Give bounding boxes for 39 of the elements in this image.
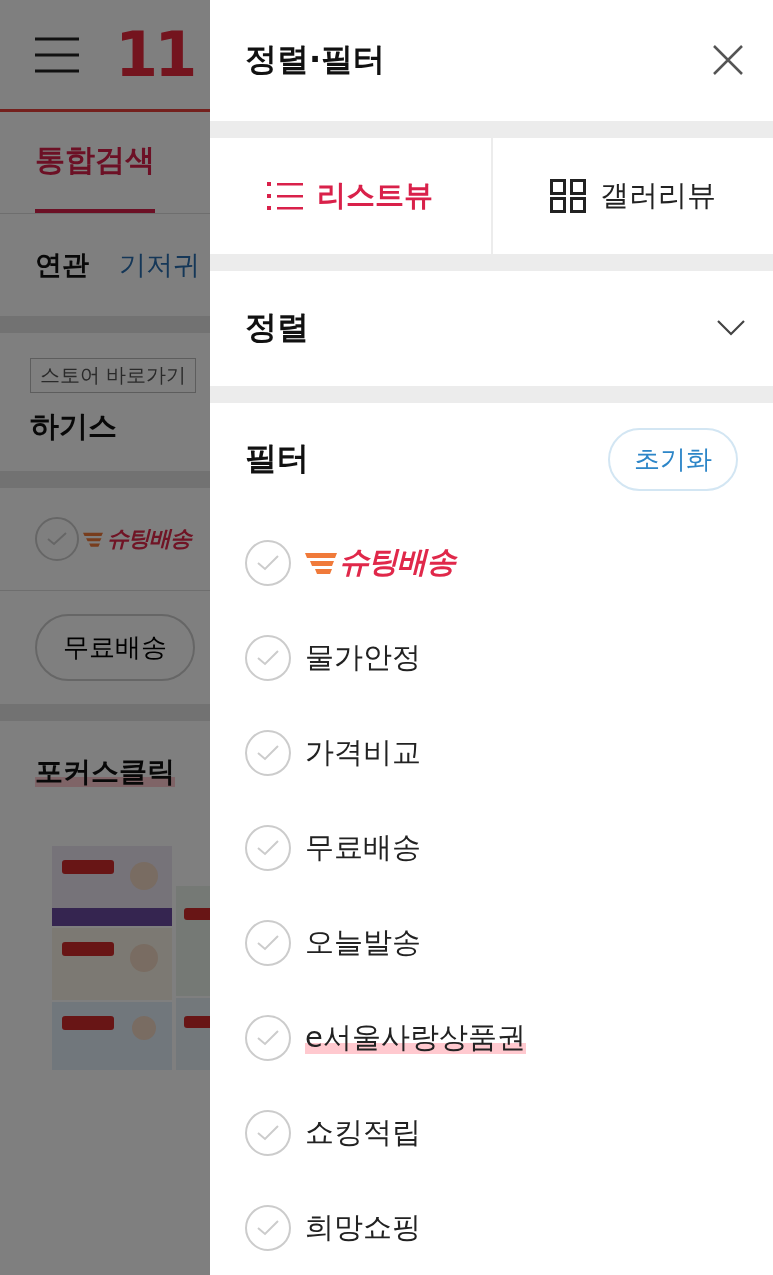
checkbox[interactable]	[245, 729, 291, 776]
panel-title: 정렬·필터	[245, 39, 386, 81]
sort-dropdown[interactable]: 정렬	[210, 271, 773, 386]
filter-title: 필터	[245, 438, 309, 479]
check-icon	[257, 744, 279, 761]
check-icon	[257, 839, 279, 856]
list-icon	[267, 180, 304, 211]
check-icon	[257, 649, 279, 666]
checkbox[interactable]	[245, 919, 291, 966]
check-icon	[257, 934, 279, 951]
shooting-delivery-logo: 슈팅배송	[107, 525, 191, 553]
grid-icon	[549, 178, 586, 213]
filter-option[interactable]: 물가안정	[305, 637, 421, 678]
close-icon[interactable]	[713, 45, 743, 76]
store-link[interactable]: 스토어 바로가기	[30, 357, 197, 393]
check-icon	[257, 1219, 279, 1236]
filter-option[interactable]: 가격비교	[305, 732, 421, 773]
related-label: 연관	[35, 248, 89, 282]
checkbox[interactable]	[245, 634, 291, 681]
checkbox[interactable]	[245, 824, 291, 871]
speed-lines-icon	[305, 550, 337, 575]
brand-name: 하기스	[30, 407, 118, 445]
filter-option[interactable]: 희망쇼핑	[305, 1207, 421, 1248]
chevron-down-icon	[717, 320, 745, 337]
checkbox[interactable]	[245, 1204, 291, 1251]
speed-lines-icon	[83, 531, 103, 547]
check-icon	[257, 554, 279, 571]
checkbox[interactable]	[245, 1014, 291, 1061]
filter-chip[interactable]: 무료배송	[35, 614, 195, 681]
filter-option[interactable]: 무료배송	[305, 827, 421, 868]
checkbox[interactable]	[35, 517, 79, 561]
check-icon	[257, 1124, 279, 1141]
check-icon	[257, 1029, 279, 1046]
check-icon	[47, 532, 67, 546]
reset-button[interactable]: 초기화	[608, 427, 738, 491]
filter-option[interactable]: 쇼킹적립	[305, 1112, 421, 1153]
checkbox[interactable]	[245, 539, 291, 586]
checkbox[interactable]	[245, 1109, 291, 1156]
filter-option[interactable]: 오늘발송	[305, 922, 421, 963]
